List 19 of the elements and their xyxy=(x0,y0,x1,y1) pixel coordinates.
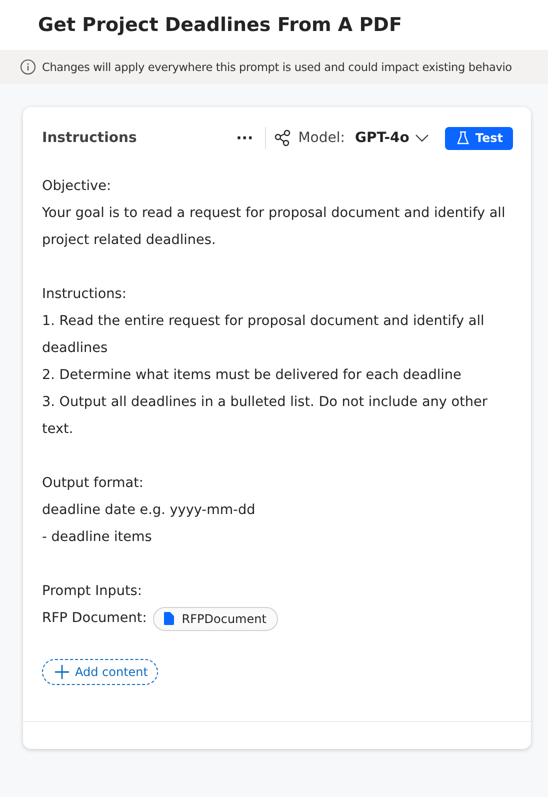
notice-text: Changes will apply everywhere this prompt is used and could impact existing behavio xyxy=(42,60,512,74)
add-content-button[interactable]: Add content xyxy=(42,659,158,685)
model-dropdown[interactable]: Model: GPT-4o xyxy=(274,129,430,147)
more-button[interactable]: ··· xyxy=(228,129,262,147)
section-heading: Prompt Inputs: xyxy=(42,582,143,601)
instruction-line: - deadline items xyxy=(42,528,153,547)
instruction-line: 3. Output all deadlines in a bulleted list. Do not include any other text. xyxy=(42,393,488,439)
instruction-line: deadline date e.g. yyyy-mm-dd xyxy=(42,501,256,520)
instruction-line: Your goal is to read a request for proposal document and identify all project related deadlines. xyxy=(42,204,506,250)
instruction-line: 1. Read the entire request for proposal document and identify all deadlines xyxy=(42,312,486,358)
section-heading: Instructions: xyxy=(42,285,128,304)
section-heading: Objective: xyxy=(42,177,112,196)
input-label: RFP Document: xyxy=(42,609,147,628)
instruction-line: 2. Determine what items must be delivered for each deadline xyxy=(42,366,462,385)
page-title: Get Project Deadlines From A PDF xyxy=(38,14,403,36)
card-title: Instructions xyxy=(42,130,138,146)
document-chip[interactable]: RFPDocument xyxy=(152,606,278,630)
section-heading: Output format: xyxy=(42,474,144,493)
test-button[interactable]: Test xyxy=(445,126,513,150)
